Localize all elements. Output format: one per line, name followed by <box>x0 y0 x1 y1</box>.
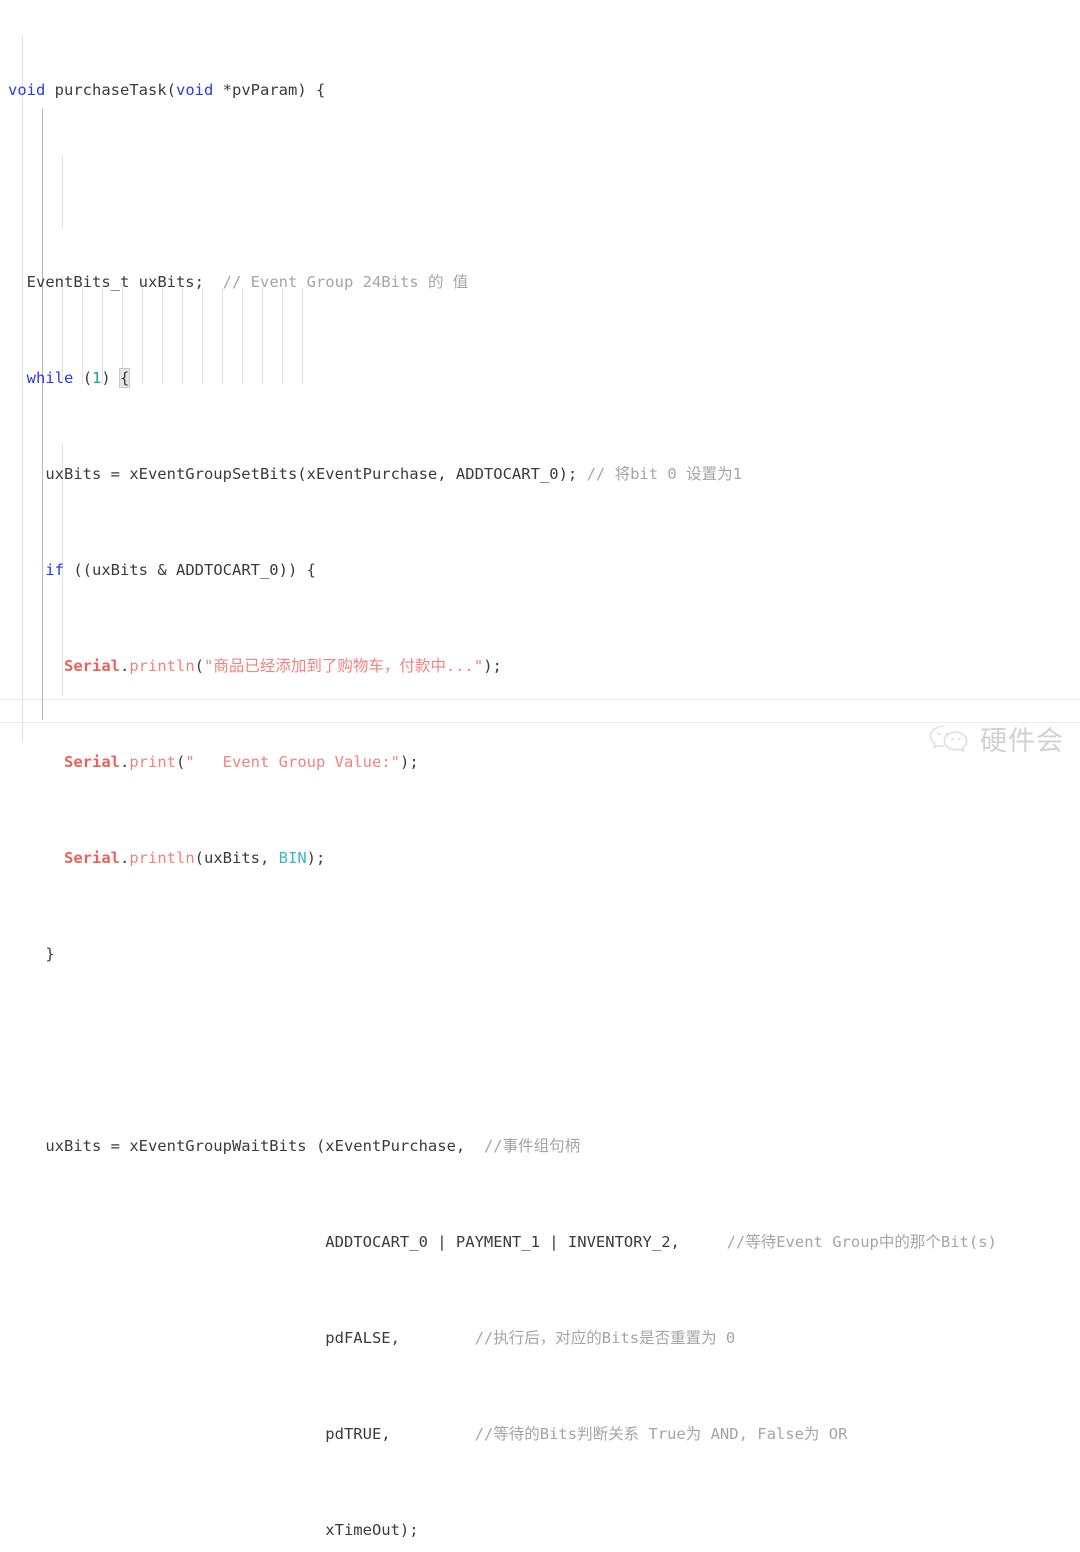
code-line[interactable]: pdFALSE, //执行后，对应的Bits是否重置为 0 <box>0 1326 1080 1350</box>
code-line[interactable]: Serial.println(uxBits, BIN); <box>0 846 1080 870</box>
code-line[interactable]: Serial.print(" Event Group Value:"); <box>0 750 1080 774</box>
code-line[interactable]: } <box>0 942 1080 966</box>
code-line[interactable]: xTimeOut); <box>0 1518 1080 1542</box>
code-line[interactable]: while (1) { <box>0 366 1080 390</box>
code-line[interactable] <box>0 1038 1080 1062</box>
code-content[interactable]: void purchaseTask(void *pvParam) { Event… <box>0 6 1080 1552</box>
code-editor[interactable]: void purchaseTask(void *pvParam) { Event… <box>0 0 1080 1539</box>
code-line[interactable]: ADDTOCART_0 | PAYMENT_1 | INVENTORY_2, /… <box>0 1230 1080 1254</box>
code-line[interactable]: Serial.println("商品已经添加到了购物车，付款中..."); <box>0 654 1080 678</box>
code-line[interactable]: pdTRUE, //等待的Bits判断关系 True为 AND, False为 … <box>0 1422 1080 1446</box>
code-line[interactable]: uxBits = xEventGroupWaitBits (xEventPurc… <box>0 1134 1080 1158</box>
code-line[interactable] <box>0 174 1080 198</box>
code-line[interactable]: uxBits = xEventGroupSetBits(xEventPurcha… <box>0 462 1080 486</box>
code-line[interactable]: EventBits_t uxBits; // Event Group 24Bit… <box>0 270 1080 294</box>
code-line[interactable]: void purchaseTask(void *pvParam) { <box>0 78 1080 102</box>
code-line[interactable]: if ((uxBits & ADDTOCART_0)) { <box>0 558 1080 582</box>
